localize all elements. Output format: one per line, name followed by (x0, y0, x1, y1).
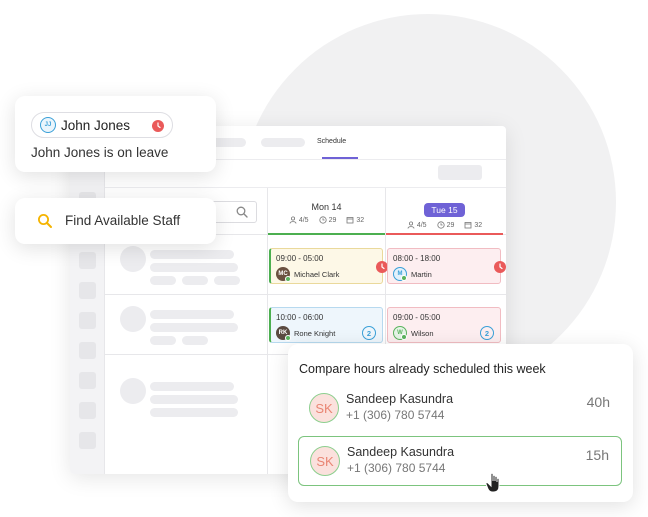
day-header-mon[interactable]: Mon 14 4/5 29 32 (268, 202, 385, 224)
staff-name: Sandeep Kasundra (347, 445, 455, 459)
grid-divider (267, 188, 268, 474)
shift-card[interactable]: 09:00 - 05:00 W Wilson 2 (387, 307, 501, 343)
hours-count: 29 (446, 221, 455, 229)
sidebar-item[interactable] (79, 252, 96, 269)
day-stats: 4/5 29 32 (268, 216, 385, 224)
text-placeholder (150, 382, 234, 391)
compare-hours-card: Compare hours already scheduled this wee… (288, 344, 633, 502)
text-placeholder (150, 336, 176, 345)
text-placeholder (182, 336, 208, 345)
hours-count: 29 (328, 216, 337, 224)
sidebar-item[interactable] (79, 282, 96, 299)
avatar: M (393, 267, 407, 281)
shift-time: 09:00 - 05:00 (393, 313, 441, 322)
shift-staff-name: Rone Knight (294, 328, 336, 338)
shift-card[interactable]: 09:00 - 05:00 MC Michael Clark (269, 248, 388, 284)
compare-hours-title: Compare hours already scheduled this wee… (299, 362, 546, 376)
leave-clock-icon (494, 261, 506, 273)
text-placeholder (150, 310, 234, 319)
calendar-icon (464, 222, 472, 229)
sidebar-item[interactable] (79, 432, 96, 449)
toolbar-button-placeholder[interactable] (438, 165, 482, 180)
staff-chip[interactable]: JJ John Jones (31, 112, 173, 138)
avatar (120, 246, 146, 272)
avatar: MC (276, 267, 291, 282)
staff-name: Sandeep Kasundra (346, 392, 454, 406)
sidebar-item[interactable] (79, 402, 96, 419)
text-placeholder (150, 323, 238, 332)
text-placeholder (150, 395, 238, 404)
search-icon (38, 214, 52, 228)
shift-count-badge: 2 (480, 326, 494, 340)
avatar: SK (309, 393, 339, 423)
people-icon (407, 221, 415, 229)
leave-clock-icon (152, 120, 164, 132)
find-available-staff-button[interactable]: Find Available Staff (15, 198, 216, 244)
shift-count: 32 (356, 216, 365, 224)
calendar-icon (346, 217, 354, 224)
staff-phone: +1 (306) 780 5744 (346, 408, 445, 422)
day-label: Mon 14 (311, 202, 342, 212)
avatar: SK (310, 446, 340, 476)
shift-count-badge: 2 (362, 326, 376, 340)
hand-cursor-icon (485, 472, 500, 493)
staff-count: 4/5 (416, 221, 427, 229)
avatar: RK (276, 326, 291, 341)
leave-message: John Jones is on leave (31, 145, 169, 160)
tab-active-indicator (322, 157, 358, 159)
shift-staff-name: Martin (411, 269, 432, 279)
shift-card[interactable]: 10:00 - 06:00 RK Rone Knight 2 (269, 307, 383, 343)
shift-staff-name: Wilson (411, 328, 434, 338)
tab-schedule[interactable]: Schedule (317, 138, 346, 145)
staff-chip-name: John Jones (61, 117, 131, 133)
avatar: JJ (40, 117, 56, 133)
staff-phone: +1 (306) 780 5744 (347, 461, 446, 475)
day-status-bar (268, 233, 385, 235)
nav-placeholder (261, 138, 305, 147)
staff-option[interactable]: SK Sandeep Kasundra +1 (306) 780 5744 40… (298, 384, 622, 434)
sidebar-item[interactable] (79, 342, 96, 359)
staff-option-selected[interactable]: SK Sandeep Kasundra +1 (306) 780 5744 15… (298, 436, 622, 486)
text-placeholder (150, 276, 176, 285)
avatar: W (393, 326, 407, 340)
shift-time: 08:00 - 18:00 (393, 254, 441, 263)
text-placeholder (150, 263, 238, 272)
shift-count: 32 (474, 221, 483, 229)
avatar (120, 378, 146, 404)
magnifier-icon (236, 206, 248, 218)
staff-hours: 40h (586, 394, 610, 410)
staff-hours: 15h (585, 447, 609, 463)
text-placeholder (214, 276, 240, 285)
day-label-today: Tue 15 (424, 203, 465, 217)
leave-notice-card: JJ John Jones John Jones is on leave (15, 96, 216, 172)
people-icon (289, 216, 297, 224)
avatar (120, 306, 146, 332)
shift-time: 10:00 - 06:00 (276, 313, 324, 322)
day-status-bar (386, 233, 503, 235)
staff-count: 4/5 (298, 216, 309, 224)
text-placeholder (182, 276, 208, 285)
day-header-tue[interactable]: Tue 15 4/5 29 32 (386, 200, 503, 229)
text-placeholder (150, 408, 238, 417)
find-available-staff-label: Find Available Staff (65, 213, 181, 228)
text-placeholder (150, 250, 234, 259)
clock-icon (436, 221, 445, 229)
grid-divider (105, 294, 506, 295)
sidebar-item[interactable] (79, 372, 96, 389)
shift-card[interactable]: 08:00 - 18:00 M Martin (387, 248, 506, 284)
shift-staff-name: Michael Clark (294, 269, 340, 279)
day-stats: 4/5 29 32 (386, 221, 503, 229)
clock-icon (318, 216, 327, 224)
shift-time: 09:00 - 05:00 (276, 254, 324, 263)
sidebar-item[interactable] (79, 312, 96, 329)
